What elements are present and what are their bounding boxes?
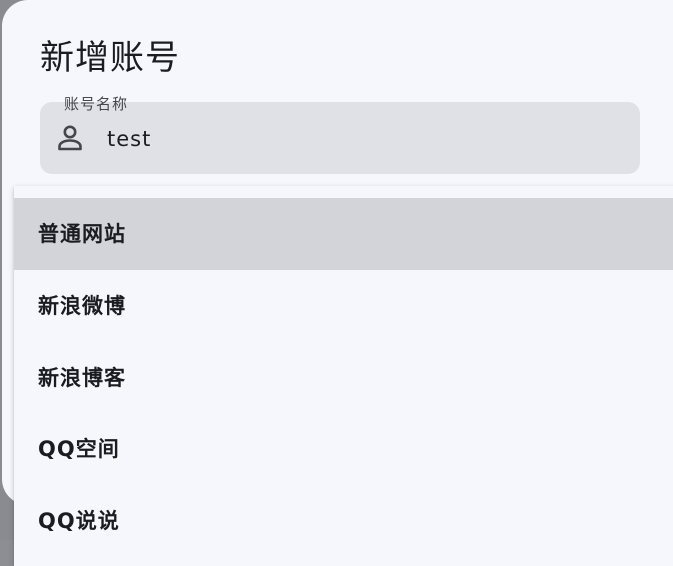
menu-item-qzone[interactable]: QQ空间 bbox=[14, 413, 673, 485]
dialog-title: 新增账号 bbox=[40, 38, 180, 78]
account-name-input[interactable] bbox=[107, 127, 607, 151]
account-name-field[interactable]: 账号名称 bbox=[40, 95, 640, 174]
account-name-label: 账号名称 bbox=[64, 95, 129, 113]
menu-item-sina-blog[interactable]: 新浪博客 bbox=[14, 342, 673, 414]
menu-item-qq-shuoshuo[interactable]: QQ说说 bbox=[14, 485, 673, 557]
menu-item-sina-weibo[interactable]: 新浪微博 bbox=[14, 270, 673, 342]
person-icon bbox=[57, 124, 83, 152]
site-type-dropdown-menu: 普通网站 新浪微博 新浪博客 QQ空间 QQ说说 bbox=[14, 186, 673, 566]
menu-item-general-site[interactable]: 普通网站 bbox=[14, 198, 673, 270]
